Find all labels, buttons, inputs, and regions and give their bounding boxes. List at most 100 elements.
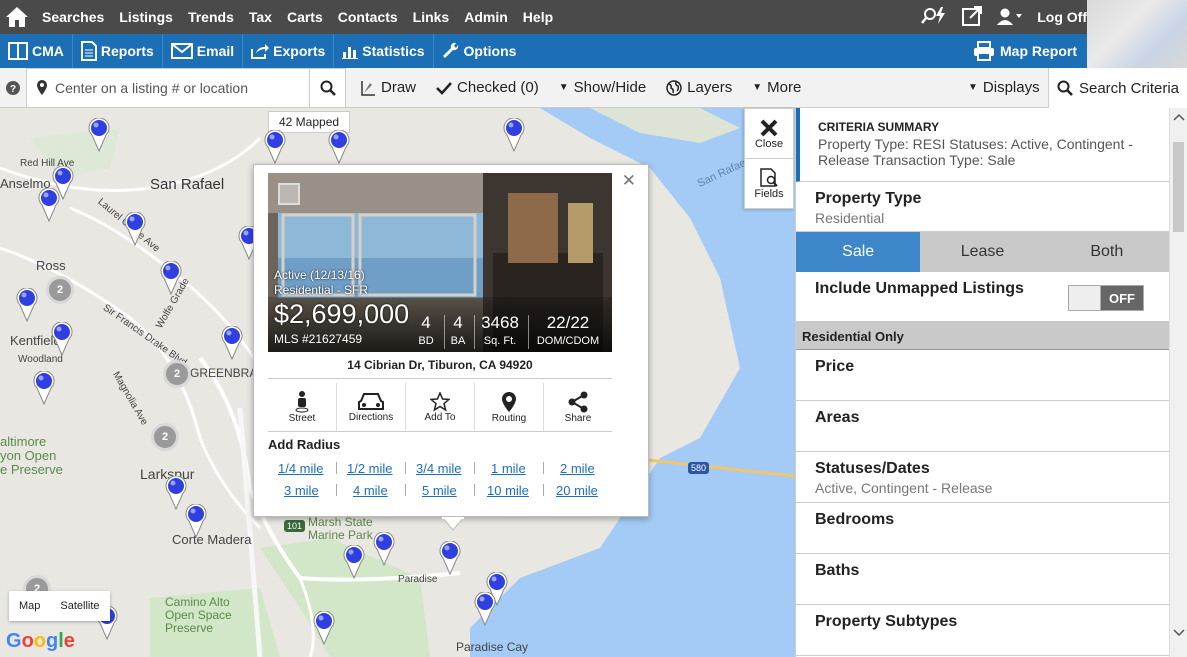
radius-link[interactable]: 1 mile [491, 461, 526, 476]
radius-link[interactable]: 10 mile [487, 483, 529, 498]
search-button[interactable] [310, 67, 346, 108]
listing-pin[interactable] [474, 591, 496, 627]
listing-pin[interactable] [264, 129, 286, 165]
draw-button[interactable]: Draw [350, 68, 426, 108]
baths-section[interactable]: Baths [796, 554, 1169, 605]
radius-link[interactable]: 3 mile [284, 483, 319, 498]
options-button[interactable]: Options [434, 34, 525, 68]
more-label: More [767, 79, 802, 96]
divider [543, 462, 544, 474]
nav-trends[interactable]: Trends [188, 9, 234, 25]
logoff-link[interactable]: Log Off [1037, 9, 1087, 25]
listing-pin[interactable] [185, 503, 207, 539]
areas-section[interactable]: Areas [796, 401, 1169, 452]
listing-pin[interactable] [38, 187, 60, 223]
user-icon[interactable] [997, 7, 1023, 28]
lease-option[interactable]: Lease [920, 232, 1045, 272]
routing-button[interactable]: Routing [475, 383, 544, 431]
street-view-button[interactable]: Street [268, 383, 337, 431]
email-button[interactable]: Email [163, 34, 244, 68]
listing-pin[interactable] [439, 540, 461, 576]
home-icon[interactable] [0, 0, 34, 34]
map-type-map[interactable]: Map [9, 600, 50, 612]
location-search-input[interactable] [27, 69, 287, 106]
nav-help[interactable]: Help [523, 9, 553, 25]
more-button[interactable]: ▼ More [742, 68, 811, 108]
scroll-thumb[interactable] [1173, 142, 1184, 232]
showhide-button[interactable]: ▼ Show/Hide [549, 68, 656, 108]
listing-type: Residential - SFR [274, 283, 369, 297]
listing-pin[interactable] [33, 370, 55, 406]
nav-carts[interactable]: Carts [287, 9, 323, 25]
quick-search-icon[interactable] [921, 6, 947, 29]
popup-close-icon[interactable]: ✕ [622, 171, 636, 191]
nav-listings[interactable]: Listings [119, 9, 173, 25]
external-window-icon[interactable] [961, 5, 983, 30]
fields-icon [760, 168, 778, 187]
nav-contacts[interactable]: Contacts [338, 9, 398, 25]
subtypes-section[interactable]: Property Subtypes [796, 605, 1169, 656]
close-panel-button[interactable]: Close [745, 109, 793, 159]
map-type-satellite[interactable]: Satellite [50, 600, 109, 612]
map-canvas[interactable]: 42 Mapped San Rafael Red Hill Ave Anselm… [0, 108, 795, 657]
cluster-marker[interactable]: 2 [151, 423, 179, 451]
listing-pin[interactable] [373, 531, 395, 567]
radius-link[interactable]: 4 mile [353, 483, 388, 498]
layers-button[interactable]: Layers [656, 68, 742, 108]
statuses-section[interactable]: Statuses/Dates Active, Contingent - Rele… [796, 452, 1169, 503]
share-button[interactable]: Share [544, 383, 612, 431]
radius-link[interactable]: 2 mile [560, 461, 595, 476]
scroll-down-icon[interactable] [1170, 628, 1187, 638]
listing-pin[interactable] [88, 117, 110, 153]
scroll-up-icon[interactable] [1170, 112, 1187, 122]
star-icon [430, 391, 450, 412]
displays-button[interactable]: ▼ Displays [958, 68, 1050, 108]
listing-pin[interactable] [313, 610, 335, 646]
nav-tax[interactable]: Tax [249, 9, 272, 25]
listing-pin[interactable] [165, 475, 187, 511]
listing-pin[interactable] [328, 129, 350, 165]
listing-photo[interactable]: Active (12/13/16) Residential - SFR $2,6… [268, 173, 612, 352]
reports-button[interactable]: Reports [73, 34, 163, 68]
nav-admin[interactable]: Admin [464, 9, 508, 25]
search-criteria-tab[interactable]: Search Criteria [1048, 68, 1187, 108]
radius-link[interactable]: 3/4 mile [416, 461, 462, 476]
sale-option[interactable]: Sale [796, 232, 921, 272]
unmapped-toggle[interactable]: OFF [1068, 285, 1144, 311]
listing-pin[interactable] [221, 325, 243, 361]
radius-link[interactable]: 20 mile [556, 483, 598, 498]
radius-link[interactable]: 5 mile [422, 483, 457, 498]
statistics-button[interactable]: Statistics [334, 34, 434, 68]
add-to-button[interactable]: Add To [406, 383, 475, 431]
nav-searches[interactable]: Searches [42, 9, 104, 25]
price-section[interactable]: Price [796, 350, 1169, 401]
cma-button[interactable]: CMA [0, 34, 73, 68]
property-type-value: Residential [815, 210, 885, 226]
cluster-marker[interactable]: 2 [163, 360, 191, 388]
radius-link[interactable]: 1/2 mile [347, 461, 393, 476]
nav-links[interactable]: Links [413, 9, 450, 25]
listing-pin[interactable] [503, 117, 525, 153]
listing-pin[interactable] [51, 321, 73, 357]
map-report-button[interactable]: Map Report [973, 34, 1077, 68]
share-label: Share [564, 412, 592, 424]
checked-button[interactable]: Checked (0) [426, 68, 549, 108]
listing-pin[interactable] [16, 287, 38, 323]
listing-pin[interactable] [160, 260, 182, 296]
search-criteria-label: Search Criteria [1078, 79, 1180, 97]
exports-button[interactable]: Exports [243, 34, 335, 68]
listing-pin[interactable] [124, 211, 146, 247]
directions-button[interactable]: Directions [337, 383, 406, 431]
property-type-section[interactable]: Property Type Residential [796, 182, 1169, 232]
statuses-title: Statuses/Dates [815, 460, 930, 477]
divider [268, 378, 612, 379]
listing-checkbox[interactable] [278, 183, 300, 205]
both-option[interactable]: Both [1044, 232, 1169, 272]
criteria-scrollbar[interactable] [1169, 108, 1187, 657]
fields-button[interactable]: Fields [745, 159, 793, 209]
radius-link[interactable]: 1/4 mile [278, 461, 324, 476]
listing-pin[interactable] [343, 544, 365, 580]
help-icon[interactable]: ? [0, 68, 26, 108]
bedrooms-section[interactable]: Bedrooms [796, 503, 1169, 554]
cluster-marker[interactable]: 2 [46, 276, 74, 304]
